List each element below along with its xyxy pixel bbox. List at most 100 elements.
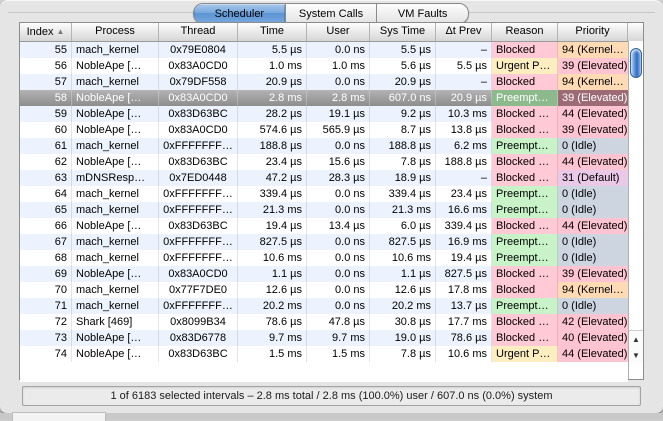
table-row[interactable]: 70mach_kernel0x77F7DE012.6 µs0.0 ns12.6 … [20, 282, 628, 298]
cell-index: 67 [20, 234, 72, 250]
table-row-selected[interactable]: 58NobleApe […0x83A0CD02.8 ms2.8 ms607.0 … [20, 90, 628, 106]
cell-dt-prev: 6.2 ms [436, 138, 492, 154]
cell-thread: 0x83D63BC [159, 346, 238, 362]
table-row[interactable]: 57mach_kernel0x79DF55820.9 µs0.0 ns20.9 … [20, 74, 628, 90]
cell-priority: 0 (Idle) [558, 186, 628, 202]
column-header-dt-prev[interactable]: Δt Prev [436, 23, 492, 41]
cell-dt-prev: 10.6 ms [436, 346, 492, 362]
cell-process: NobleApe [… [72, 154, 159, 170]
cell-index: 59 [20, 106, 72, 122]
table-row[interactable]: 71mach_kernel0xFFFFFFF…20.2 ms0.0 ns20.2… [20, 298, 628, 314]
cell-reason: Preempt… [492, 234, 558, 250]
table-row[interactable]: 69NobleApe […0x83A0CD01.1 µs0.0 ns1.1 µs… [20, 266, 628, 282]
table-row[interactable]: 62NobleApe […0x83D63BC23.4 µs15.6 µs7.8 … [20, 154, 628, 170]
cell-user: 13.4 µs [307, 218, 370, 234]
cell-priority: 0 (Idle) [558, 250, 628, 266]
cell-sys-time: 20.9 µs [370, 74, 436, 90]
cell-reason: Preempt… [492, 138, 558, 154]
cell-time: 10.6 ms [238, 250, 307, 266]
table-row[interactable]: 56NobleApe […0x83A0CD01.0 ms1.0 ms5.6 µs… [20, 58, 628, 74]
cell-dt-prev: – [436, 74, 492, 90]
cell-process: Shark [469] [72, 314, 159, 330]
cell-time: 188.8 µs [238, 138, 307, 154]
column-header-index[interactable]: Index▲ [20, 23, 72, 41]
table-row[interactable]: 64mach_kernel0xFFFFFFF…339.4 µs0.0 ns339… [20, 186, 628, 202]
scroll-up-icon[interactable]: ▲ [629, 330, 643, 347]
cell-sys-time: 1.1 µs [370, 266, 436, 282]
cell-dt-prev: 20.9 µs [436, 90, 492, 106]
status-bar: 1 of 6183 selected intervals – 2.8 ms to… [22, 386, 641, 406]
cell-dt-prev: 5.5 µs [436, 58, 492, 74]
cell-user: 0.0 ns [307, 282, 370, 298]
table-row[interactable]: 66NobleApe […0x83D63BC19.4 µs13.4 µs6.0 … [20, 218, 628, 234]
cell-index: 73 [20, 330, 72, 346]
cell-time: 78.6 µs [238, 314, 307, 330]
table-row[interactable]: 68mach_kernel0xFFFFFFF…10.6 ms0.0 ns10.6… [20, 250, 628, 266]
cell-time: 21.3 ms [238, 202, 307, 218]
table-row[interactable]: 65mach_kernel0xFFFFFFF…21.3 ms0.0 ns21.3… [20, 202, 628, 218]
cell-sys-time: 6.0 µs [370, 218, 436, 234]
cell-process: NobleApe [… [72, 122, 159, 138]
cell-index: 71 [20, 298, 72, 314]
table-row[interactable]: 59NobleApe […0x83D63BC28.2 µs19.1 µs9.2 … [20, 106, 628, 122]
cell-process: mach_kernel [72, 186, 159, 202]
cell-index: 74 [20, 346, 72, 362]
cell-thread: 0xFFFFFFF… [159, 138, 238, 154]
scroll-down-icon[interactable]: ▼ [629, 347, 643, 363]
table-row[interactable]: 73NobleApe […0x83D67789.7 ms9.7 ms19.0 µ… [20, 330, 628, 346]
cell-process: mach_kernel [72, 250, 159, 266]
column-header-reason[interactable]: Reason [492, 23, 558, 41]
cell-time: 5.5 µs [238, 42, 307, 58]
cell-user: 1.0 ms [307, 58, 370, 74]
cell-time: 19.4 µs [238, 218, 307, 234]
cell-process: mDNSResp… [72, 170, 159, 186]
cell-time: 339.4 µs [238, 186, 307, 202]
cell-reason: Preempt… [492, 202, 558, 218]
cell-index: 61 [20, 138, 72, 154]
cell-sys-time: 7.8 µs [370, 154, 436, 170]
scrollbar-thumb[interactable] [630, 48, 642, 78]
cell-priority: 0 (Idle) [558, 138, 628, 154]
tab-scheduler[interactable]: Scheduler [194, 4, 285, 23]
cell-thread: 0xFFFFFFF… [159, 298, 238, 314]
cell-sys-time: 9.2 µs [370, 106, 436, 122]
cell-time: 2.8 ms [238, 90, 307, 106]
cell-priority: 94 (Kernel… [558, 282, 628, 298]
table-row[interactable]: 72Shark [469]0x8099B3478.6 µs47.8 µs30.8… [20, 314, 628, 330]
cell-priority: 39 (Elevated) [558, 122, 628, 138]
table-row[interactable]: 63mDNSResp…0x7ED044847.2 µs28.3 µs18.9 µ… [20, 170, 628, 186]
cell-index: 65 [20, 202, 72, 218]
cell-index: 69 [20, 266, 72, 282]
cell-dt-prev: 78.6 µs [436, 330, 492, 346]
cell-sys-time: 12.6 µs [370, 282, 436, 298]
tab-system-calls[interactable]: System Calls [285, 4, 377, 23]
cell-priority: 44 (Elevated) [558, 218, 628, 234]
column-header-label: Index [27, 26, 54, 38]
cell-reason: Blocked … [492, 106, 558, 122]
column-header-user[interactable]: User [307, 23, 370, 41]
column-header-thread[interactable]: Thread [159, 23, 238, 41]
table-row[interactable]: 55mach_kernel0x79E08045.5 µs0.0 ns5.5 µs… [20, 42, 628, 58]
column-header-priority[interactable]: Priority [558, 23, 628, 41]
cell-user: 28.3 µs [307, 170, 370, 186]
cell-index: 68 [20, 250, 72, 266]
column-header-time[interactable]: Time [238, 23, 307, 41]
table-row[interactable]: 74NobleApe […0x83D63BC1.5 ms1.5 ms7.8 µs… [20, 346, 628, 362]
cell-thread: 0x83A0CD0 [159, 90, 238, 106]
table-row[interactable]: 61mach_kernel0xFFFFFFF…188.8 µs0.0 ns188… [20, 138, 628, 154]
tab-vm-faults[interactable]: VM Faults [376, 4, 468, 23]
table-row[interactable]: 67mach_kernel0xFFFFFFF…827.5 µs0.0 ns827… [20, 234, 628, 250]
sort-ascending-icon: ▲ [57, 27, 65, 36]
cell-thread: 0xFFFFFFF… [159, 202, 238, 218]
cell-dt-prev: 10.3 ms [436, 106, 492, 122]
cell-user: 0.0 ns [307, 74, 370, 90]
column-header-process[interactable]: Process [72, 23, 159, 41]
cell-dt-prev: 16.6 ms [436, 202, 492, 218]
cell-sys-time: 5.6 µs [370, 58, 436, 74]
vertical-scrollbar[interactable]: ▲ ▼ [628, 41, 643, 379]
cell-dt-prev: 19.4 µs [436, 250, 492, 266]
table-row[interactable]: 60NobleApe […0x83A0CD0574.6 µs565.9 µs8.… [20, 122, 628, 138]
cell-reason: Preempt… [492, 90, 558, 106]
column-header-sys-time[interactable]: Sys Time [370, 23, 436, 41]
table-empty-area [20, 362, 628, 382]
